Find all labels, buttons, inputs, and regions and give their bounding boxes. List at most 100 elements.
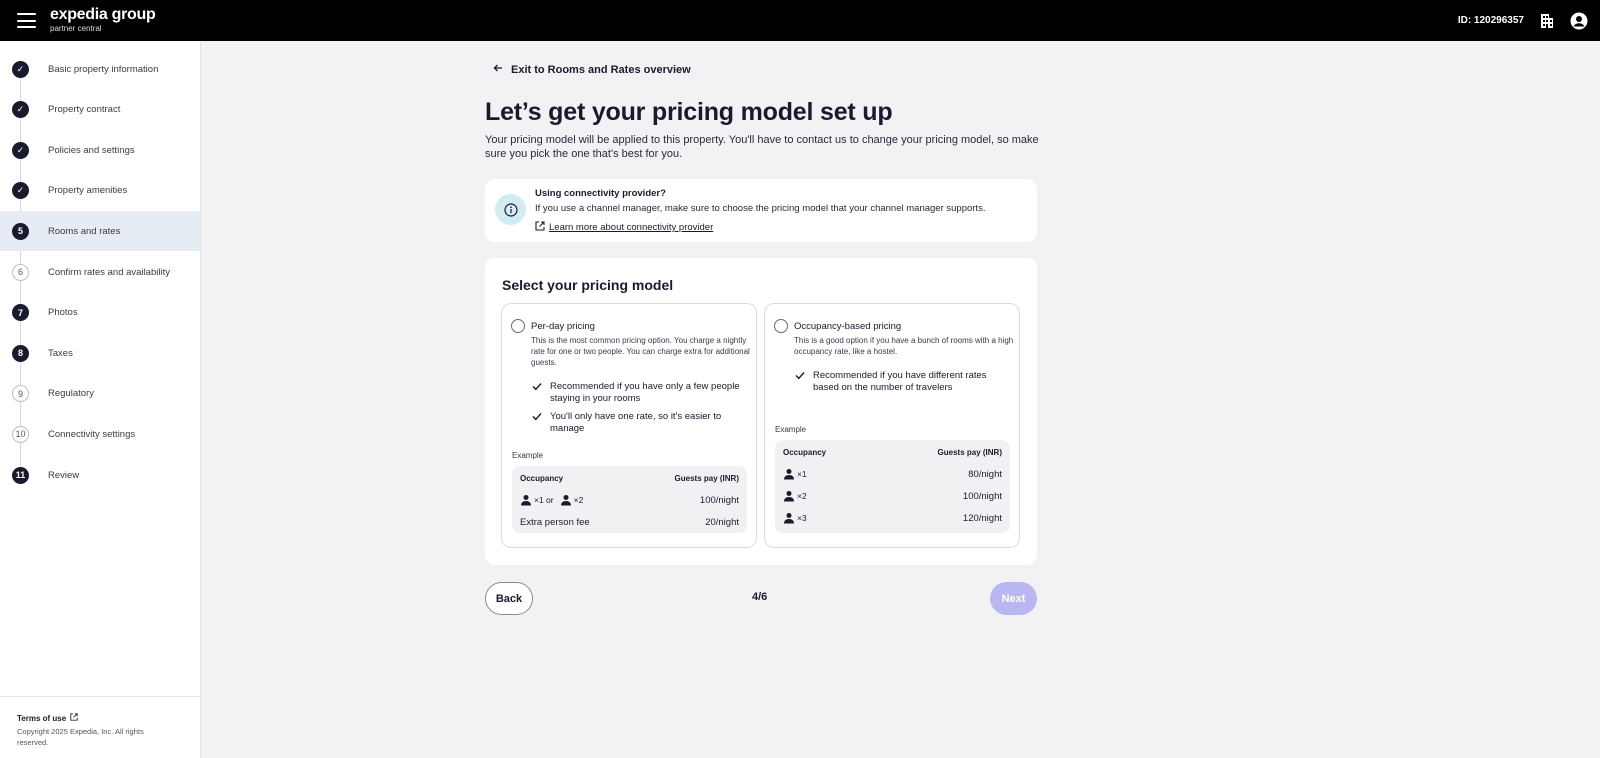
example-table-header: Occupancy Guests pay (INR) xyxy=(783,448,1002,457)
sidebar-footer: Terms of use Copyright 2025 Expedia, Inc… xyxy=(0,696,200,758)
occupancy-cell: ×1 xyxy=(783,468,807,480)
option-bullet: You'll only have one rate, so it's easie… xyxy=(532,411,752,436)
sidebar-step[interactable]: 11 Review xyxy=(0,455,200,495)
step-complete-icon: ✓ xyxy=(12,182,29,200)
step-number: 10 xyxy=(12,425,29,443)
top-bar: expedia group partner central ID: 120296… xyxy=(0,0,1600,41)
step-complete-icon: ✓ xyxy=(12,141,29,159)
person-icon xyxy=(560,494,572,506)
step-complete-icon: ✓ xyxy=(12,60,29,78)
table-row: ×1 80/night xyxy=(783,463,1002,485)
sidebar-step[interactable]: ✓ Basic property information xyxy=(0,49,200,89)
price-cell: 80/night xyxy=(968,468,1002,480)
occupancy-header: Occupancy xyxy=(783,448,827,457)
price-cell: 100/night xyxy=(699,494,739,506)
sidebar-step[interactable]: 10 Connectivity settings xyxy=(0,414,200,454)
sidebar-step[interactable]: 5 Rooms and rates xyxy=(0,211,200,252)
price-cell: 120/night xyxy=(962,512,1002,524)
occupancy-cell: ×3 xyxy=(783,512,807,524)
bullet-text: You'll only have one rate, so it's easie… xyxy=(550,411,722,435)
per-day-pricing-option[interactable]: Per-day pricing This is the most common … xyxy=(501,303,757,548)
price-cell: 20/night xyxy=(705,516,739,528)
step-number: 6 xyxy=(12,263,29,281)
sidebar-step-label: Property amenities xyxy=(48,185,128,197)
step-number: 5 xyxy=(12,222,29,240)
occupancy-text: ×1 xyxy=(797,469,807,479)
sidebar-step-label: Photos xyxy=(48,307,78,319)
external-link-icon xyxy=(535,221,545,234)
property-id: ID: 120296357 xyxy=(1457,15,1524,26)
sidebar-step[interactable]: 8 Taxes xyxy=(0,333,200,373)
sidebar-step[interactable]: 7 Photos xyxy=(0,293,200,333)
logo[interactable]: expedia group partner central xyxy=(50,6,156,33)
per-day-radio[interactable] xyxy=(511,319,525,333)
exit-link[interactable]: Exit to Rooms and Rates overview xyxy=(493,63,691,76)
info-text: If you use a channel manager, make sure … xyxy=(535,203,986,214)
info-icon xyxy=(495,194,526,225)
example-table: Occupancy Guests pay (INR) ×1 or ×2 100/… xyxy=(512,466,747,533)
table-row: ×3 120/night xyxy=(783,507,1002,529)
learn-more-link[interactable]: Learn more about connectivity provider xyxy=(535,221,713,234)
person-icon xyxy=(520,494,532,506)
checkmark-icon xyxy=(532,411,542,436)
building-icon[interactable] xyxy=(1538,12,1556,30)
step-number: 8 xyxy=(12,344,29,362)
occupancy-text: ×1 or xyxy=(534,495,554,505)
table-row: ×2 100/night xyxy=(783,485,1002,507)
logo-sub: partner central xyxy=(50,24,102,33)
step-number: 7 xyxy=(12,304,29,322)
arrow-left-icon xyxy=(493,63,503,76)
pricing-model-card: Select your pricing model Per-day pricin… xyxy=(485,258,1037,565)
price-cell: 100/night xyxy=(962,490,1002,502)
option-bullet: Recommended if you have only a few peopl… xyxy=(532,381,752,406)
terms-of-use-link[interactable]: Terms of use xyxy=(17,713,200,723)
person-icon xyxy=(783,468,795,480)
sidebar-step-label: Property contract xyxy=(48,104,121,116)
option-description: This is a good option if you have a bunc… xyxy=(794,336,1014,357)
learn-more-label: Learn more about connectivity provider xyxy=(549,222,714,233)
sidebar-step-label: Confirm rates and availability xyxy=(48,266,170,278)
connectivity-info-card: Using connectivity provider? If you use … xyxy=(485,179,1037,242)
example-label: Example xyxy=(512,451,544,460)
example-table-header: Occupancy Guests pay (INR) xyxy=(520,474,739,483)
example-table: Occupancy Guests pay (INR) ×1 80/night ×… xyxy=(775,440,1010,533)
copyright: Copyright 2025 Expedia, Inc. All rights … xyxy=(17,727,144,747)
account-icon[interactable] xyxy=(1570,12,1588,30)
occupancy-based-radio[interactable] xyxy=(774,319,788,333)
bullet-text: Recommended if you have different rates … xyxy=(813,370,987,394)
sidebar-step-label: Basic property information xyxy=(48,63,159,75)
menu-icon[interactable] xyxy=(17,13,36,28)
logo-main: expedia group xyxy=(50,6,156,23)
occupancy-based-pricing-option[interactable]: Occupancy-based pricing This is a good o… xyxy=(764,303,1020,548)
sidebar-step[interactable]: ✓ Property contract xyxy=(0,90,200,130)
info-title: Using connectivity provider? xyxy=(535,188,666,199)
option-title: Occupancy-based pricing xyxy=(794,321,902,332)
external-link-icon xyxy=(70,713,78,723)
step-number: 11 xyxy=(12,466,29,484)
occupancy-text: ×2 xyxy=(797,491,807,501)
checkmark-icon xyxy=(532,381,542,406)
example-label: Example xyxy=(775,425,807,434)
option-title: Per-day pricing xyxy=(531,321,595,332)
back-button[interactable]: Back xyxy=(485,582,533,615)
page-title: Let’s get your pricing model set up xyxy=(485,98,893,126)
occupancy-header: Occupancy xyxy=(520,474,564,483)
sidebar-step[interactable]: 6 Confirm rates and availability xyxy=(0,252,200,292)
sidebar-step[interactable]: ✓ Policies and settings xyxy=(0,130,200,170)
sidebar-step[interactable]: 9 Regulatory xyxy=(0,374,200,414)
occupancy-cell: ×2 xyxy=(783,490,807,502)
sidebar-step-label: Rooms and rates xyxy=(48,225,121,237)
next-button[interactable]: Next xyxy=(990,582,1037,615)
person-icon xyxy=(783,512,795,524)
sidebar: ✓ Basic property information ✓ Property con… xyxy=(0,41,201,758)
checkmark-icon xyxy=(795,370,805,395)
table-row: ×1 or ×2 100/night xyxy=(520,489,739,511)
fee-label: Extra person fee xyxy=(520,516,590,528)
sidebar-step[interactable]: ✓ Property amenities xyxy=(0,171,200,211)
guests-pay-header: Guests pay (INR) xyxy=(937,448,1002,457)
guests-pay-header: Guests pay (INR) xyxy=(674,474,739,483)
sidebar-step-label: Regulatory xyxy=(48,388,94,400)
sidebar-step-label: Connectivity settings xyxy=(48,428,136,440)
page-description: Your pricing model will be applied to th… xyxy=(485,134,1039,161)
terms-label: Terms of use xyxy=(17,713,67,723)
